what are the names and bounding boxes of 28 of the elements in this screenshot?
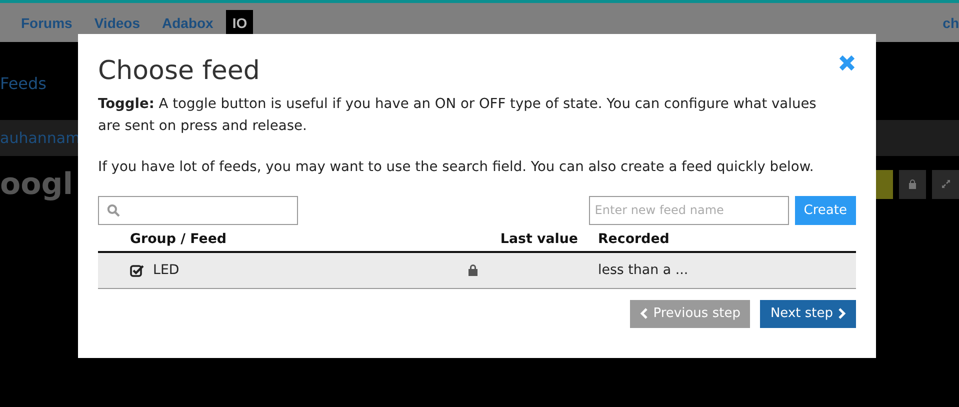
- column-header: Group / Feed: [129, 232, 228, 247]
- feed-name-field[interactable]: Enter new feed name: [588, 196, 789, 224]
- nav-link[interactable]: Forums: [10, 10, 84, 42]
- search-icon: [107, 204, 120, 216]
- next-step-button[interactable]: Next step: [760, 300, 856, 328]
- user-link[interactable]: ch: [932, 12, 959, 32]
- hint-text: If you have lot of feeds, you may want to use the search field. You can also create a feed quickly below.: [98, 158, 815, 177]
- feed-name: LED: [153, 262, 180, 278]
- recorded-time: less than a ...: [598, 262, 688, 278]
- chevron-left-icon: [640, 308, 648, 319]
- checked-checkbox-icon[interactable]: [130, 264, 144, 276]
- close-button[interactable]: [838, 54, 856, 72]
- description-text: Toggle: A toggle button is useful if you have an ON or OFF type of state. You can configure what values are sent on press and release.: [98, 95, 818, 136]
- search-field[interactable]: [98, 196, 298, 224]
- expand-button[interactable]: [932, 170, 959, 198]
- close-icon: [838, 54, 856, 72]
- previous-step-button[interactable]: Previous step: [630, 300, 750, 328]
- dialog-title: Choose feed: [98, 56, 260, 86]
- lock-button[interactable]: [899, 170, 926, 198]
- owner-name: auhannam: [0, 129, 80, 147]
- page-title: oogl: [0, 166, 73, 202]
- lock-icon: [908, 179, 917, 189]
- chevron-right-icon: [838, 308, 846, 319]
- column-header: Recorded: [598, 232, 670, 247]
- feed-row[interactable]: LED less than a ...: [98, 252, 856, 288]
- create-button[interactable]: Create: [794, 196, 856, 224]
- column-header: Last value: [499, 232, 579, 247]
- expand-icon: [940, 179, 950, 189]
